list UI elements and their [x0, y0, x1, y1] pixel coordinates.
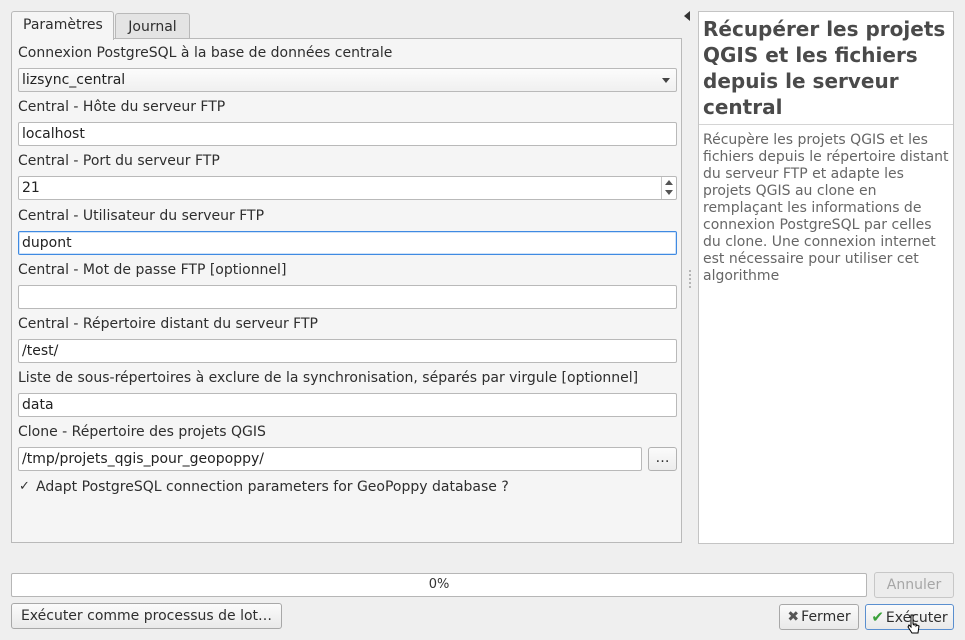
help-panel: Récupérer les projets QGIS et les fichie… — [698, 11, 954, 544]
exclude-input[interactable]: data — [18, 393, 677, 417]
exclude-label: Liste de sous-répertoires à exclure de l… — [18, 370, 639, 386]
remote-dir-label: Central - Répertoire distant du serveur … — [18, 316, 318, 332]
port-value: 21 — [22, 180, 40, 196]
close-icon: ✖ — [787, 609, 800, 625]
tab-parametres[interactable]: Paramètres — [11, 11, 114, 40]
help-divider — [699, 124, 953, 125]
spin-buttons[interactable] — [661, 177, 676, 199]
remote-dir-input[interactable]: /test/ — [18, 339, 677, 363]
tab-journal[interactable]: Journal — [115, 13, 190, 39]
close-button[interactable]: ✖ Fermer — [779, 604, 859, 630]
close-button-label: Fermer — [801, 609, 851, 625]
connection-value: lizsync_central — [22, 72, 126, 88]
check-mark-icon: ✓ — [19, 479, 30, 494]
help-description: Récupère les projets QGIS et les fichier… — [703, 132, 949, 284]
chevron-down-icon — [662, 78, 670, 83]
connection-combobox[interactable]: lizsync_central — [18, 68, 677, 92]
browse-button[interactable]: … — [648, 447, 677, 471]
check-icon: ✔ — [871, 608, 884, 626]
host-input[interactable]: localhost — [18, 122, 677, 146]
port-label: Central - Port du serveur FTP — [18, 153, 220, 169]
geopoppy-checkbox-label[interactable]: Adapt PostgreSQL connection parameters f… — [36, 479, 509, 495]
mouse-cursor-icon — [907, 614, 920, 634]
spin-down-icon[interactable] — [665, 190, 673, 195]
cancel-button[interactable]: Annuler — [874, 572, 954, 598]
geopoppy-checkbox[interactable]: ✓ — [18, 479, 31, 494]
parameters-panel: Connexion PostgreSQL à la base de donnée… — [11, 38, 682, 543]
batch-process-button[interactable]: Exécuter comme processus de lot… — [11, 603, 282, 629]
clone-dir-label: Clone - Répertoire des projets QGIS — [18, 424, 266, 440]
progress-text: 0% — [428, 577, 450, 592]
password-input[interactable] — [18, 285, 677, 309]
host-label: Central - Hôte du serveur FTP — [18, 99, 226, 115]
port-spinbox[interactable]: 21 — [18, 176, 677, 200]
user-label: Central - Utilisateur du serveur FTP — [18, 208, 265, 224]
splitter-handle[interactable] — [689, 270, 693, 288]
password-label: Central - Mot de passe FTP [optionnel] — [18, 262, 287, 278]
user-input[interactable]: dupont — [18, 231, 677, 255]
browse-label: … — [655, 450, 670, 466]
spin-up-icon[interactable] — [665, 180, 673, 185]
progress-bar: 0% — [11, 573, 867, 597]
connection-label: Connexion PostgreSQL à la base de donnée… — [18, 45, 393, 61]
help-title: Récupérer les projets QGIS et les fichie… — [703, 17, 946, 119]
collapse-help-icon[interactable] — [684, 11, 690, 21]
clone-dir-input[interactable]: /tmp/projets_qgis_pour_geopoppy/ — [18, 447, 642, 471]
